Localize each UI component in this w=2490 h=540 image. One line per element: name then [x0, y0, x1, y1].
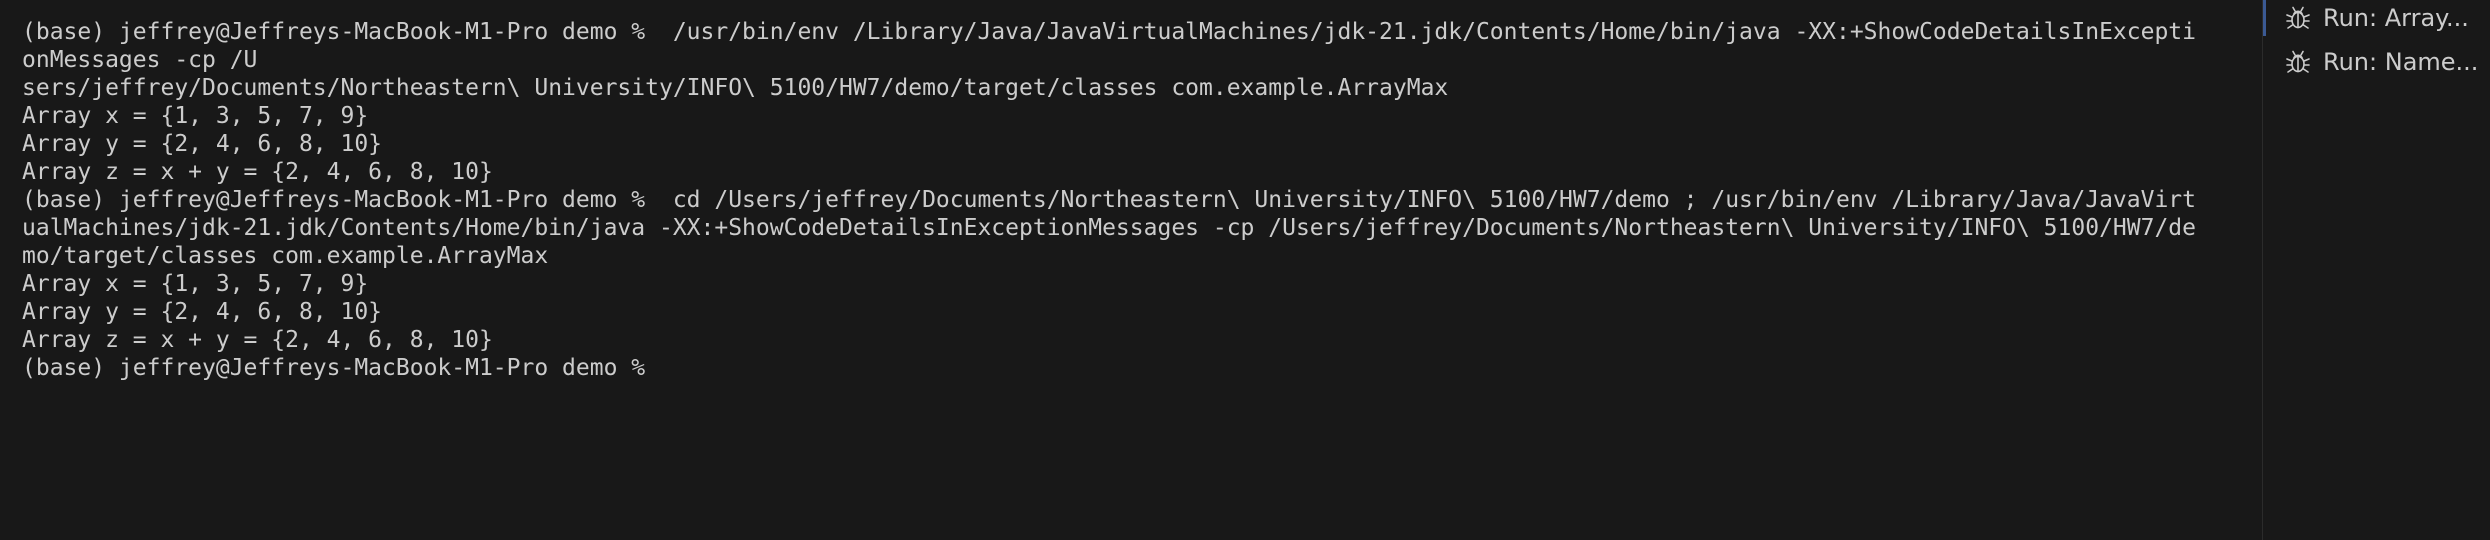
terminal-session-run-array[interactable]: Run: Array... — [2263, 0, 2490, 36]
terminal-line: onMessages -cp /U — [22, 47, 258, 73]
terminal-line: sers/jeffrey/Documents/Northeastern\ Uni… — [22, 75, 1449, 101]
terminal-line: Array y = {2, 4, 6, 8, 10} — [22, 131, 383, 157]
terminal-output[interactable]: (base) jeffrey@Jeffreys-MacBook-M1-Pro d… — [22, 18, 2252, 382]
terminal-prompt: (base) jeffrey@Jeffreys-MacBook-M1-Pro d… — [22, 355, 646, 381]
terminal-line: ualMachines/jdk-21.jdk/Contents/Home/bin… — [22, 215, 2197, 241]
terminal-line: Array x = {1, 3, 5, 7, 9} — [22, 271, 369, 297]
bug-icon — [2283, 3, 2313, 33]
terminal-line: Array z = x + y = {2, 4, 6, 8, 10} — [22, 159, 493, 185]
terminal-sessions-list: Run: Array... Run: Name... — [2263, 0, 2490, 540]
terminal-line: Array y = {2, 4, 6, 8, 10} — [22, 299, 383, 325]
session-label: Run: Name... — [2323, 48, 2479, 76]
terminal-line: (base) jeffrey@Jeffreys-MacBook-M1-Pro d… — [22, 187, 2197, 213]
terminal-prompt-line[interactable]: (base) jeffrey@Jeffreys-MacBook-M1-Pro d… — [22, 354, 2252, 382]
terminal-session-run-name[interactable]: Run: Name... — [2263, 44, 2490, 80]
terminal-line: Array x = {1, 3, 5, 7, 9} — [22, 103, 369, 129]
terminal-line: mo/target/classes com.example.ArrayMax — [22, 243, 549, 269]
bug-icon — [2283, 47, 2313, 77]
terminal-line: Array z = x + y = {2, 4, 6, 8, 10} — [22, 327, 493, 353]
terminal-line: (base) jeffrey@Jeffreys-MacBook-M1-Pro d… — [22, 19, 2197, 45]
session-label: Run: Array... — [2323, 4, 2469, 32]
vscode-terminal-area: (base) jeffrey@Jeffreys-MacBook-M1-Pro d… — [0, 0, 2490, 540]
terminal-panel[interactable]: (base) jeffrey@Jeffreys-MacBook-M1-Pro d… — [0, 0, 2262, 540]
